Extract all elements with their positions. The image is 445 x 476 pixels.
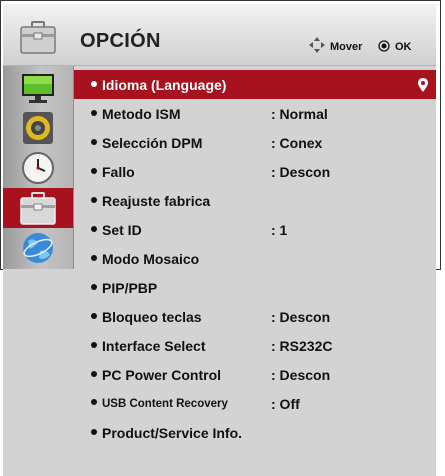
menu-item-tile-mode[interactable]: Modo Mosaico [74,244,436,273]
menu-item-value: : Descon [271,164,331,180]
sidebar-item-network[interactable] [3,228,73,268]
bullet-icon [91,313,97,320]
menu-item-label: Interface Select [102,338,206,354]
menu-item-value: : 1 [271,222,288,238]
bullet-icon [91,110,97,117]
menu-item-value: : Descon [271,309,331,325]
menu-item-value: : Normal [271,106,328,122]
bullet-icon [91,226,97,233]
ok-hint: OK [395,41,412,53]
menu-item-set-id[interactable]: Set ID : 1 [74,215,436,244]
menu-item-value: : RS232C [271,338,333,354]
menu-item-label: Reajuste fabrica [102,193,211,209]
page-title: OPCIÓN [80,30,161,52]
menu-item-fallo[interactable]: Fallo : Descon [74,157,436,186]
menu-item-label: Idioma (Language) [102,77,227,93]
speaker-icon [23,112,53,144]
globe-icon [23,233,53,263]
sidebar-item-option[interactable] [3,188,73,228]
menu-item-label: PC Power Control [102,367,222,383]
sidebar-item-audio[interactable] [3,108,73,148]
bullet-icon [91,81,97,88]
menu-item-value: : Off [271,396,300,412]
monitor-icon [22,74,54,103]
menu-item-label: Metodo ISM [102,106,181,122]
menu-item-interface-select[interactable]: Interface Select : RS232C [74,331,436,360]
option-menu: OPCIÓN Mover OK Idioma (Language) Metodo… [3,4,436,476]
category-sidebar [3,66,74,269]
menu-item-label: Fallo [102,164,135,180]
menu-item-pc-power-control[interactable]: PC Power Control : Descon [74,360,436,389]
menu-item-label: Set ID [102,222,142,238]
toolbox-icon [20,192,56,225]
sidebar-item-time[interactable] [3,148,73,188]
bullet-icon [91,139,97,146]
bullet-icon [91,168,97,175]
clock-icon [22,152,54,184]
bullet-icon [91,197,97,204]
bullet-icon [91,371,97,378]
move-hint: Mover [330,41,363,53]
bullet-icon [91,342,97,349]
menu-item-label: Selección DPM [102,135,203,151]
location-pin-icon [418,78,428,92]
menu-item-label: Bloqueo teclas [102,309,202,325]
menu-item-label: USB Content Recovery [102,398,228,410]
bullet-icon [91,284,97,291]
menu-item-label: Product/Service Info. [102,425,243,441]
ok-button-icon [378,40,390,52]
menu-item-language[interactable]: Idioma (Language) [74,70,436,99]
sidebar-item-picture[interactable] [3,68,73,108]
move-arrows-icon [309,37,325,53]
menu-header: OPCIÓN Mover OK [3,4,436,66]
menu-item-product-service-info[interactable]: Product/Service Info. [74,418,436,447]
bullet-icon [91,429,97,436]
menu-item-value: : Conex [271,135,323,151]
menu-item-dpm-select[interactable]: Selección DPM : Conex [74,128,436,157]
menu-item-usb-content-recovery[interactable]: USB Content Recovery : Off [74,389,436,418]
menu-item-value: : Descon [271,367,331,383]
menu-item-key-lock[interactable]: Bloqueo teclas : Descon [74,302,436,331]
menu-item-pip-pbp[interactable]: PIP/PBP [74,273,436,302]
bullet-icon [91,255,97,262]
menu-item-ism-method[interactable]: Metodo ISM : Normal [74,99,436,128]
menu-item-label: Modo Mosaico [102,251,200,267]
menu-item-label: PIP/PBP [102,280,158,296]
bullet-icon [91,398,97,405]
menu-item-factory-reset[interactable]: Reajuste fabrica [74,186,436,215]
toolbox-icon [20,21,56,54]
